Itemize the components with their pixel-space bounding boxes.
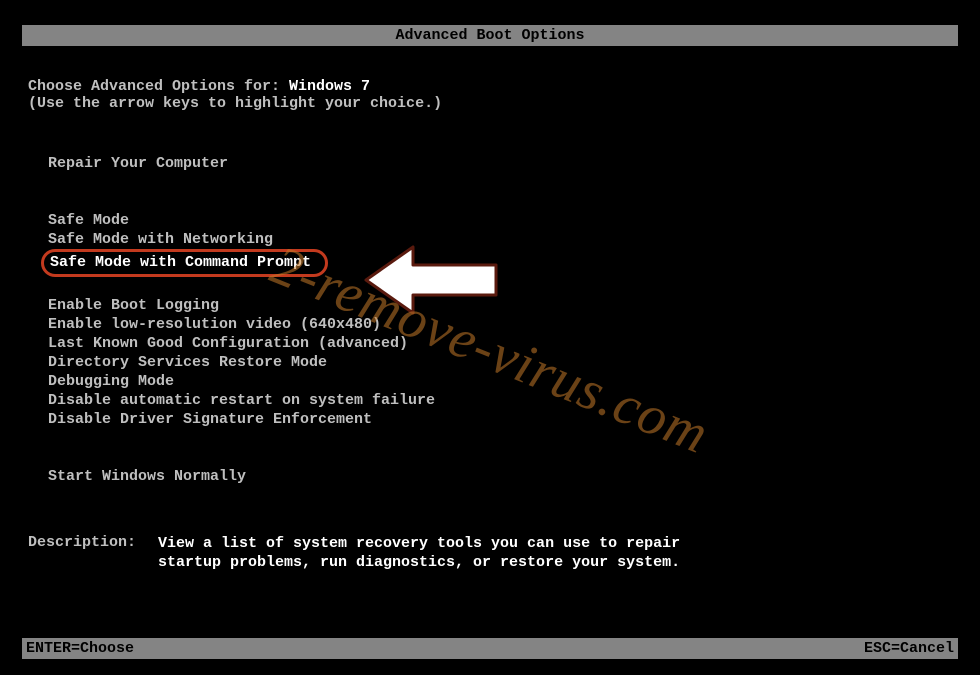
boot-menu: Repair Your Computer Safe Mode Safe Mode… (48, 154, 952, 486)
menu-item-repair[interactable]: Repair Your Computer (48, 154, 952, 173)
menu-item-safe-mode-cmd-highlighted[interactable]: Safe Mode with Command Prompt (41, 249, 328, 277)
hint-line: (Use the arrow keys to highlight your ch… (28, 95, 952, 112)
description-line2: startup problems, run diagnostics, or re… (158, 553, 680, 572)
footer-bar: ENTER=Choose ESC=Cancel (22, 638, 958, 659)
description-line1: View a list of system recovery tools you… (158, 534, 680, 553)
os-name: Windows 7 (289, 78, 370, 95)
content-area: Choose Advanced Options for: Windows 7 (… (0, 78, 980, 572)
menu-item-disable-driver-sig[interactable]: Disable Driver Signature Enforcement (48, 410, 952, 429)
description-section: Description: View a list of system recov… (28, 534, 952, 572)
menu-item-start-normally[interactable]: Start Windows Normally (48, 467, 952, 486)
description-text: View a list of system recovery tools you… (158, 534, 680, 572)
menu-item-boot-logging[interactable]: Enable Boot Logging (48, 296, 952, 315)
window-title: Advanced Boot Options (395, 27, 584, 44)
description-label: Description: (28, 534, 158, 572)
menu-item-debugging[interactable]: Debugging Mode (48, 372, 952, 391)
title-bar: Advanced Boot Options (22, 25, 958, 46)
footer-esc: ESC=Cancel (864, 640, 954, 657)
menu-item-low-res[interactable]: Enable low-resolution video (640x480) (48, 315, 952, 334)
menu-item-safe-mode[interactable]: Safe Mode (48, 211, 952, 230)
menu-item-disable-auto-restart[interactable]: Disable automatic restart on system fail… (48, 391, 952, 410)
choose-prefix: Choose Advanced Options for: (28, 78, 289, 95)
menu-item-safe-mode-networking[interactable]: Safe Mode with Networking (48, 230, 952, 249)
choose-line: Choose Advanced Options for: Windows 7 (28, 78, 952, 95)
footer-enter: ENTER=Choose (26, 640, 134, 657)
menu-item-ds-restore[interactable]: Directory Services Restore Mode (48, 353, 952, 372)
header-section: Choose Advanced Options for: Windows 7 (… (28, 78, 952, 112)
menu-item-last-known-good[interactable]: Last Known Good Configuration (advanced) (48, 334, 952, 353)
